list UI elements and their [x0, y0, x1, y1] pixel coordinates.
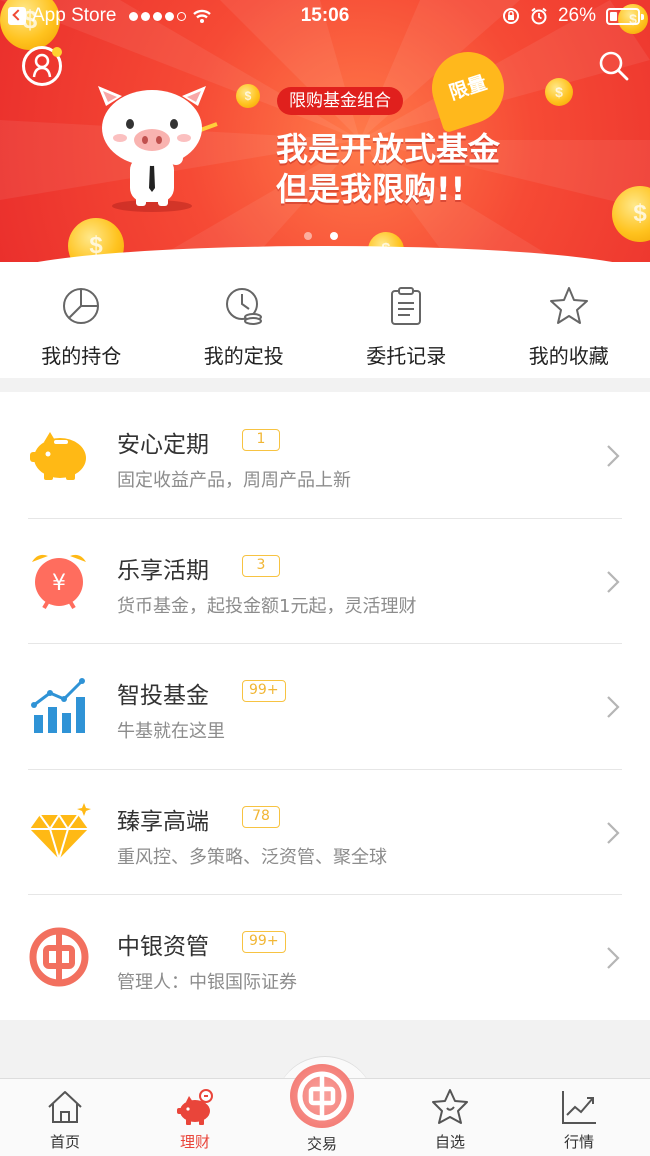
pager-dot-active	[330, 232, 338, 240]
product-subtitle: 货币基金，起投金额1元起，灵活理财	[117, 595, 417, 617]
quick-action-order-records[interactable]: 委托记录	[325, 262, 488, 378]
chevron-right-icon	[607, 570, 620, 593]
diamond-icon	[30, 802, 91, 863]
product-count-badge: 3	[242, 554, 280, 577]
tab-label: 行情	[563, 1133, 594, 1151]
product-title: 臻享高端	[117, 808, 209, 835]
product-row-fixed-term[interactable]: 安心定期 1 固定收益产品，周周产品上新	[0, 392, 650, 518]
trade-center-button[interactable]	[290, 1064, 354, 1128]
product-title: 智投基金	[117, 683, 209, 710]
product-row-smart-fund[interactable]: 智投基金 99+ 牛基就在这里	[0, 643, 650, 769]
tab-label: 首页	[49, 1133, 80, 1151]
piggy-bank-icon	[30, 432, 86, 480]
clock-coin-icon	[225, 288, 262, 325]
product-subtitle: 固定收益产品，周周产品上新	[117, 470, 351, 491]
status-bar: App Store 15:06 26%	[0, 0, 650, 34]
alarm-clock-icon: ¥	[32, 554, 86, 609]
product-subtitle: 管理人：中银国际证券	[117, 972, 297, 994]
coin-decoration	[545, 78, 573, 106]
quick-action-favorites[interactable]: 我的收藏	[488, 262, 650, 378]
alarm-icon	[531, 7, 547, 25]
chevron-right-icon	[607, 822, 620, 844]
quick-action-holdings[interactable]: 我的持仓	[0, 262, 163, 378]
product-subtitle: 重风控、多策略、泛资管、聚全球	[117, 846, 387, 868]
product-count-badge: 1	[242, 429, 280, 451]
quick-action-fixed-investment[interactable]: 我的定投	[163, 262, 326, 378]
svg-text:¥: ¥	[52, 571, 66, 596]
tab-watchlist[interactable]: 自选	[390, 1079, 510, 1156]
tab-wealth[interactable]: 理财	[135, 1079, 255, 1156]
battery-icon	[606, 7, 644, 25]
product-list: 安心定期 1 固定收益产品，周周产品上新 ¥ 乐享活期 3 货币基金，起投金额1…	[0, 392, 650, 1020]
product-title: 安心定期	[117, 432, 209, 458]
bar-chart-icon	[31, 678, 85, 734]
quick-action-label: 我的持仓	[41, 344, 122, 368]
product-title: 中银资管	[117, 934, 209, 961]
trend-chart-icon	[562, 1091, 596, 1124]
boc-logo-icon	[29, 927, 89, 987]
quick-action-label: 我的收藏	[528, 344, 609, 368]
product-subtitle: 牛基就在这里	[117, 721, 225, 743]
chevron-right-icon	[607, 947, 620, 970]
battery-percent: 26%	[557, 5, 596, 26]
tab-home[interactable]: 首页	[5, 1079, 125, 1156]
product-count-badge: 78	[242, 805, 280, 828]
product-row-premium[interactable]: 臻享高端 78 重风控、多策略、泛资管、聚全球	[0, 768, 650, 895]
home-icon	[48, 1091, 82, 1123]
piggy-icon	[177, 1089, 213, 1125]
user-profile-button[interactable]	[22, 46, 62, 86]
pager-dot	[304, 232, 312, 240]
tab-market[interactable]: 行情	[519, 1079, 639, 1156]
clipboard-icon	[391, 287, 422, 325]
promo-banner[interactable]: 限量 限购基金组合 我是开放式基金 但是我限购!! App Store 15:0…	[0, 0, 650, 262]
quick-action-label: 委托记录	[366, 344, 447, 368]
banner-tag: 限购基金组合	[277, 87, 403, 115]
notification-dot	[52, 47, 62, 57]
search-icon[interactable]	[598, 50, 630, 82]
product-row-flexible[interactable]: ¥ 乐享活期 3 货币基金，起投金额1元起，灵活理财	[0, 517, 650, 644]
chevron-right-icon	[607, 696, 620, 718]
pig-mascot-illustration	[98, 86, 218, 212]
product-count-badge: 99+	[242, 680, 286, 703]
tab-label: 理财	[179, 1133, 210, 1151]
quick-action-label: 我的定投	[203, 344, 284, 368]
product-count-badge: 99+	[242, 931, 286, 954]
boc-logo-icon	[297, 1071, 347, 1121]
banner-subheadline: 但是我限购!!	[276, 170, 466, 208]
product-row-asset-management[interactable]: 中银资管 99+ 管理人：中银国际证券	[0, 894, 650, 1020]
chevron-right-icon	[607, 445, 620, 467]
star-icon	[549, 287, 588, 324]
rotation-lock-icon	[502, 8, 519, 24]
quick-actions: 我的持仓 我的定投 委托记录 我的收藏	[0, 262, 650, 378]
product-title: 乐享活期	[117, 557, 209, 584]
pie-chart-icon	[63, 288, 100, 324]
coin-decoration	[236, 84, 260, 108]
banner-pager[interactable]	[304, 232, 338, 240]
star-icon	[432, 1089, 468, 1124]
tab-label: 交易	[306, 1135, 337, 1153]
tab-label: 自选	[434, 1133, 465, 1151]
